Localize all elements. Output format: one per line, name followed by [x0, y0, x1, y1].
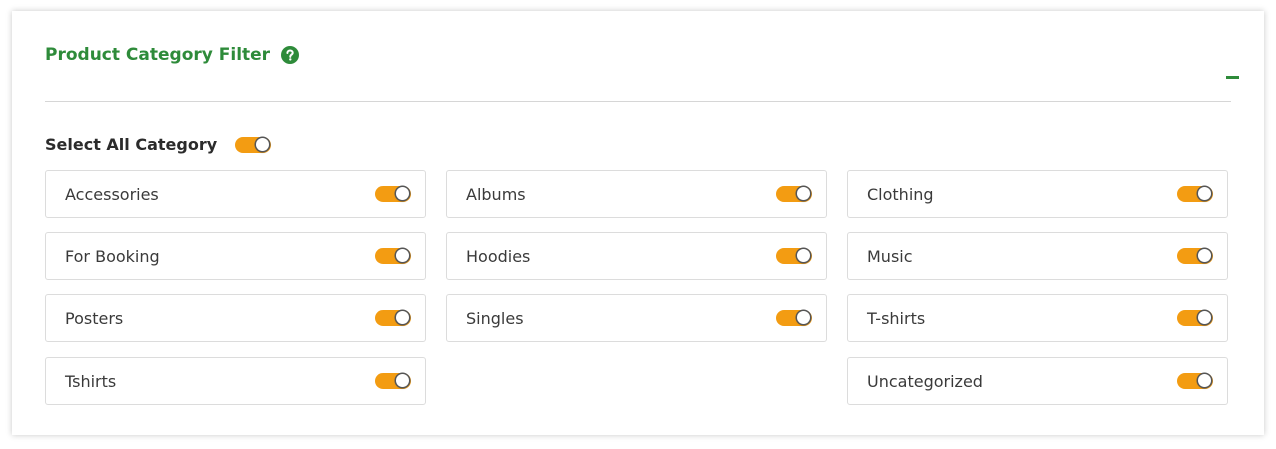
toggle-knob [1198, 187, 1211, 200]
category-item-posters[interactable]: Posters [45, 294, 426, 342]
question-circle-icon[interactable] [281, 46, 300, 64]
category-toggle[interactable] [1177, 186, 1213, 202]
select-all-label: Select All Category [45, 135, 218, 154]
category-toggle[interactable] [1177, 310, 1213, 326]
category-toggle[interactable] [1177, 248, 1213, 264]
toggle-knob [396, 374, 409, 387]
toggle-knob [396, 311, 409, 324]
category-label: Clothing [867, 184, 934, 204]
category-label: For Booking [65, 246, 160, 266]
minus-icon [1225, 75, 1239, 79]
category-item-t-shirts[interactable]: T-shirts [847, 294, 1228, 342]
header-divider [45, 101, 1231, 102]
category-item-singles[interactable]: Singles [446, 294, 827, 342]
product-category-filter-panel: Product Category Filter Select All Categ… [12, 11, 1264, 435]
toggle-knob [1198, 374, 1211, 387]
category-toggle[interactable] [1177, 373, 1213, 389]
toggle-knob [797, 249, 810, 262]
category-label: Tshirts [65, 371, 117, 391]
category-label: Accessories [65, 184, 159, 204]
toggle-knob [396, 187, 409, 200]
category-item-music[interactable]: Music [847, 232, 1228, 280]
toggle-knob [797, 311, 810, 324]
toggle-knob [1198, 249, 1211, 262]
panel-title: Product Category Filter [45, 45, 271, 65]
category-toggle[interactable] [375, 310, 411, 326]
category-toggle[interactable] [375, 373, 411, 389]
toggle-knob [1198, 311, 1211, 324]
category-item-uncategorized[interactable]: Uncategorized [847, 357, 1228, 405]
toggle-knob [797, 187, 810, 200]
toggle-knob [396, 249, 409, 262]
category-label: T-shirts [867, 308, 926, 328]
category-toggle[interactable] [776, 186, 812, 202]
panel-header: Product Category Filter [45, 45, 300, 65]
category-toggle[interactable] [375, 248, 411, 264]
category-label: Hoodies [466, 246, 531, 266]
category-toggle[interactable] [776, 310, 812, 326]
category-label: Music [867, 246, 913, 266]
collapse-button[interactable] [1222, 63, 1242, 83]
category-toggle[interactable] [776, 248, 812, 264]
category-label: Uncategorized [867, 371, 983, 391]
toggle-knob [256, 137, 270, 151]
category-item-accessories[interactable]: Accessories [45, 170, 426, 218]
category-toggle[interactable] [375, 186, 411, 202]
category-item-albums[interactable]: Albums [446, 170, 827, 218]
select-all-toggle[interactable] [235, 136, 272, 153]
category-item-clothing[interactable]: Clothing [847, 170, 1228, 218]
category-label: Posters [65, 308, 124, 328]
category-item-hoodies[interactable]: Hoodies [446, 232, 827, 280]
select-all-row: Select All Category [45, 135, 272, 154]
category-label: Singles [466, 308, 524, 328]
category-item-for-booking[interactable]: For Booking [45, 232, 426, 280]
category-label: Albums [466, 184, 526, 204]
category-item-tshirts[interactable]: Tshirts [45, 357, 426, 405]
